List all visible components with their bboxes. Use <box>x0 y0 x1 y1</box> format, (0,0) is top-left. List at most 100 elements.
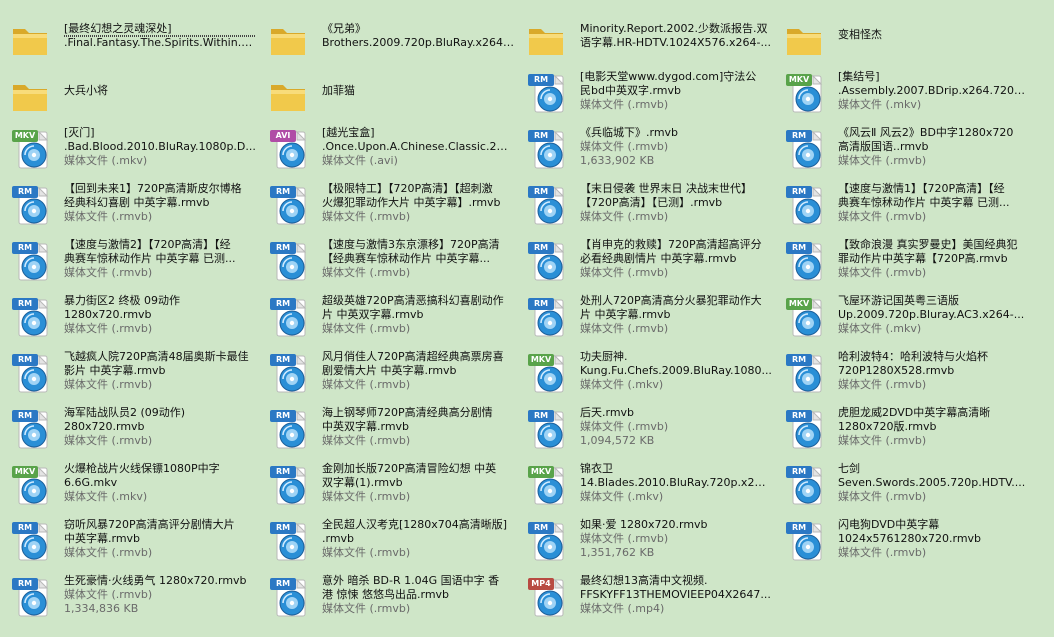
item-label: 风月俏佳人720P高清超经典高票房喜 剧爱情大片 中英字幕.rmvb 媒体文件 (.… <box>322 350 514 392</box>
item-label: 超级英雄720P高清恶搞科幻喜剧动作片 中英双字幕.rmvb 媒体文件 (.rmv… <box>322 294 514 336</box>
folder-item[interactable]: 加菲猫 <box>262 66 516 118</box>
file-type-label: 媒体文件 (.rmvb) <box>580 532 669 545</box>
item-label: 海军陆战队员2 (09动作) 280x720.rmvb 媒体文件 (.rmvb) <box>64 406 256 448</box>
file-item[interactable]: RM 闪电狗DVD中英字幕 1024x5761280x720.rmvb 媒体文件 (.… <box>778 514 1032 566</box>
file-type-label: 媒体文件 (.avi) <box>322 154 398 167</box>
file-name: 【致命浪漫 真实罗曼史】美国经典犯 <box>838 238 1018 251</box>
item-label: 【速度与激情1】【720P高清】【经 典赛车惊秫动作片 中英字幕 已测... 媒体文… <box>838 182 1030 224</box>
file-item[interactable]: RM 海上钢琴师720P高清经典高分剧情 中英双字幕.rmvb 媒体文件 (.rmvb… <box>262 402 516 454</box>
file-item[interactable]: MKV [集结号] .Assembly.2007.BDrip.x264.720p..… <box>778 66 1032 118</box>
file-name: 经典科幻喜剧 中英字幕.rmvb <box>64 196 210 209</box>
file-name: 720P1280X528.rmvb <box>838 364 955 377</box>
item-label: [电影天堂www.dygod.com]守法公 民bd中英双字.rmvb 媒体文件 (… <box>580 70 772 112</box>
file-item[interactable]: RM 【回到未来1】720P高清斯皮尔博格 经典科幻喜剧 中英字幕.rmvb 媒体文件… <box>4 178 258 230</box>
item-label: 哈利波特4：哈利波特与火焰杯 720P1280X528.rmvb 媒体文件 (.rm… <box>838 350 1030 392</box>
file-item[interactable]: MKV 火爆枪战片火线保镖1080P中字 6.6G.mkv 媒体文件 (.mkv) <box>4 458 258 510</box>
item-label: 虎胆龙威2DVD中英字幕高清晰 1280x720版.rmvb 媒体文件 (.rmvb… <box>838 406 1030 448</box>
file-item[interactable]: RM 【速度与激情2】【720P高清】【经 典赛车惊秫动作片 中英字幕 已测... 媒… <box>4 234 258 286</box>
file-item[interactable]: RM 【肖申克的救赎】720P高清超高评分 必看经典剧情片 中英字幕.rmvb 媒体文… <box>520 234 774 286</box>
file-name: 中英字幕.rmvb <box>64 532 141 545</box>
file-item[interactable]: MP4 最终幻想13高清中文视频. FFSKYFF13THEMOVIEEP04X26… <box>520 570 774 622</box>
file-item[interactable]: RM 后天.rmvb 媒体文件 (.rmvb) 1,094,572 KB <box>520 402 774 454</box>
media-file-icon: RM <box>784 408 828 452</box>
file-name: 最终幻想13高清中文视频. <box>580 574 708 587</box>
item-label: 《兵临城下》.rmvb 媒体文件 (.rmvb) 1,633,902 KB <box>580 126 772 168</box>
item-label: 《风云Ⅱ 风云2》BD中字1280x720 高清版国语..rmvb 媒体文件 (.r… <box>838 126 1030 168</box>
file-item[interactable]: RM 窃听风暴720P高清高评分剧情大片 中英字幕.rmvb 媒体文件 (.rmvb) <box>4 514 258 566</box>
file-item[interactable]: RM 哈利波特4：哈利波特与火焰杯 720P1280X528.rmvb 媒体文件 (.… <box>778 346 1032 398</box>
media-file-icon: RM <box>10 352 54 396</box>
file-type-badge: RM <box>12 410 38 422</box>
file-type-label: 媒体文件 (.rmvb) <box>580 140 669 153</box>
file-type-badge: RM <box>270 242 296 254</box>
file-item[interactable]: RM 【末日侵袭 世界末日 决战末世代】 【720P高清】【已测】.rmvb 媒体文件… <box>520 178 774 230</box>
file-item[interactable]: RM 处刑人720P高清高分火暴犯罪动作大片 中英字幕.rmvb 媒体文件 (.rm… <box>520 290 774 342</box>
file-name: 6.6G.mkv <box>64 476 118 489</box>
file-item[interactable]: RM 风月俏佳人720P高清超经典高票房喜 剧爱情大片 中英字幕.rmvb 媒体文件 … <box>262 346 516 398</box>
folder-item[interactable]: 《兄弟》 Brothers.2009.720p.BluRay.x264-... <box>262 10 516 62</box>
media-file-icon: RM <box>10 520 54 564</box>
file-item[interactable]: RM 全民超人汉考克[1280x704高清晰版] .rmvb 媒体文件 (.rmvb) <box>262 514 516 566</box>
file-type-label: 媒体文件 (.rmvb) <box>322 602 411 615</box>
file-item[interactable]: RM 虎胆龙威2DVD中英字幕高清晰 1280x720版.rmvb 媒体文件 (.rm… <box>778 402 1032 454</box>
file-item[interactable]: RM 《兵临城下》.rmvb 媒体文件 (.rmvb) 1,633,902 KB <box>520 122 774 174</box>
folder-item[interactable]: 大兵小将 <box>4 66 258 118</box>
file-name: 高清版国语..rmvb <box>838 140 929 153</box>
file-type-badge: RM <box>528 186 554 198</box>
file-item[interactable]: RM 【速度与激情3东京漂移】720P高清 【经典赛车惊秫动作片 中英字幕... 媒体… <box>262 234 516 286</box>
file-item[interactable]: RM 海军陆战队员2 (09动作) 280x720.rmvb 媒体文件 (.rmvb) <box>4 402 258 454</box>
file-item[interactable]: RM 暴力街区2 终极 09动作 1280x720.rmvb 媒体文件 (.rmvb) <box>4 290 258 342</box>
file-type-label: 媒体文件 (.mkv) <box>64 154 148 167</box>
file-item[interactable]: MKV [灭门] .Bad.Blood.2010.BluRay.1080p.D...… <box>4 122 258 174</box>
media-file-icon: RM <box>268 184 312 228</box>
file-name: 意外 暗杀 BD-R 1.04G 国语中字 香 <box>322 574 500 587</box>
file-name: .Once.Upon.A.Chinese.Classic.201... <box>322 140 514 153</box>
file-item[interactable]: MKV 锦衣卫 14.Blades.2010.BluRay.720p.x264...… <box>520 458 774 510</box>
file-item[interactable]: RM 【致命浪漫 真实罗曼史】美国经典犯 罪动作片中英字幕【720P高.rmvb 媒体… <box>778 234 1032 286</box>
file-item[interactable]: MKV 飞屋环游记国英粤三语版 Up.2009.720p.Bluray.AC3.x2… <box>778 290 1032 342</box>
file-name: Kung.Fu.Chefs.2009.BluRay.1080... <box>580 364 772 377</box>
file-item[interactable]: RM 超级英雄720P高清恶搞科幻喜剧动作片 中英双字幕.rmvb 媒体文件 (.r… <box>262 290 516 342</box>
folder-item[interactable]: 变相怪杰 <box>778 10 1032 62</box>
item-label: 飞屋环游记国英粤三语版 Up.2009.720p.Bluray.AC3.x264-… <box>838 294 1030 336</box>
file-name: 14.Blades.2010.BluRay.720p.x264... <box>580 476 772 489</box>
file-item[interactable]: MKV 功夫厨神. Kung.Fu.Chefs.2009.BluRay.1080..… <box>520 346 774 398</box>
folder-item[interactable]: [最终幻想之灵魂深处] .Final.Fantasy.The.Spirits.Wi… <box>4 10 258 62</box>
file-item[interactable]: RM 金刚加长版720P高清冒险幻想 中英 双字幕(1).rmvb 媒体文件 (.rm… <box>262 458 516 510</box>
file-name: 280x720.rmvb <box>64 420 145 433</box>
item-label: 最终幻想13高清中文视频. FFSKYFF13THEMOVIEEP04X2647.… <box>580 574 772 616</box>
file-name: .Assembly.2007.BDrip.x264.720p.... <box>838 84 1030 97</box>
file-name: 超级英雄720P高清恶搞科幻喜剧动作 <box>322 294 504 307</box>
item-label: [集结号] .Assembly.2007.BDrip.x264.720p.... 媒… <box>838 70 1030 112</box>
file-type-badge: RM <box>12 298 38 310</box>
file-type-badge: RM <box>12 578 38 590</box>
file-item[interactable]: RM 《风云Ⅱ 风云2》BD中字1280x720 高清版国语..rmvb 媒体文件 (… <box>778 122 1032 174</box>
file-type-badge: RM <box>786 410 812 422</box>
folder-icon <box>526 20 570 64</box>
file-type-badge: RM <box>270 578 296 590</box>
file-item[interactable]: RM 【极限特工】【720P高清】【超刺激 火爆犯罪动作大片 中英字幕】.rmvb 媒… <box>262 178 516 230</box>
file-name: 金刚加长版720P高清冒险幻想 中英 <box>322 462 497 475</box>
item-label: 变相怪杰 <box>838 28 1030 42</box>
media-file-icon: MKV <box>784 72 828 116</box>
file-type-badge: RM <box>528 74 554 86</box>
file-item[interactable]: RM 生死豪情·火线勇气 1280x720.rmvb 媒体文件 (.rmvb) 1,3… <box>4 570 258 622</box>
file-item[interactable]: RM [电影天堂www.dygod.com]守法公 民bd中英双字.rmvb 媒体文件… <box>520 66 774 118</box>
folder-item[interactable]: Minority.Report.2002.少数派报告.双 语字幕.HR-HDTV.… <box>520 10 774 62</box>
file-name: 火爆枪战片火线保镖1080P中字 <box>64 462 220 475</box>
file-item[interactable]: RM 飞越疯人院720P高清48届奥斯卡最佳 影片 中英字幕.rmvb 媒体文件 (.… <box>4 346 258 398</box>
file-name: 【速度与激情1】【720P高清】【经 <box>838 182 1005 195</box>
file-item[interactable]: RM 如果·爱 1280x720.rmvb 媒体文件 (.rmvb) 1,351,76… <box>520 514 774 566</box>
file-item[interactable]: AVI [越光宝盒] .Once.Upon.A.Chinese.Classic.20… <box>262 122 516 174</box>
file-type-label: 媒体文件 (.mkv) <box>838 322 922 335</box>
file-type-badge: MKV <box>786 74 812 86</box>
file-type-badge: MKV <box>12 466 38 478</box>
item-label: 功夫厨神. Kung.Fu.Chefs.2009.BluRay.1080... 媒体… <box>580 350 772 392</box>
media-file-icon: MKV <box>10 464 54 508</box>
file-name: 港 惊悚 悠悠鸟出品.rmvb <box>322 588 450 601</box>
file-name: 《兵临城下》.rmvb <box>580 126 679 139</box>
file-item[interactable]: RM 意外 暗杀 BD-R 1.04G 国语中字 香港 惊悚 悠悠鸟出品.rmvb… <box>262 570 516 622</box>
file-type-label: 媒体文件 (.rmvb) <box>64 588 153 601</box>
file-item[interactable]: RM 七剑 Seven.Swords.2005.720p.HDTV.... 媒体文件 … <box>778 458 1032 510</box>
file-item[interactable]: RM 【速度与激情1】【720P高清】【经 典赛车惊秫动作片 中英字幕 已测... 媒… <box>778 178 1032 230</box>
